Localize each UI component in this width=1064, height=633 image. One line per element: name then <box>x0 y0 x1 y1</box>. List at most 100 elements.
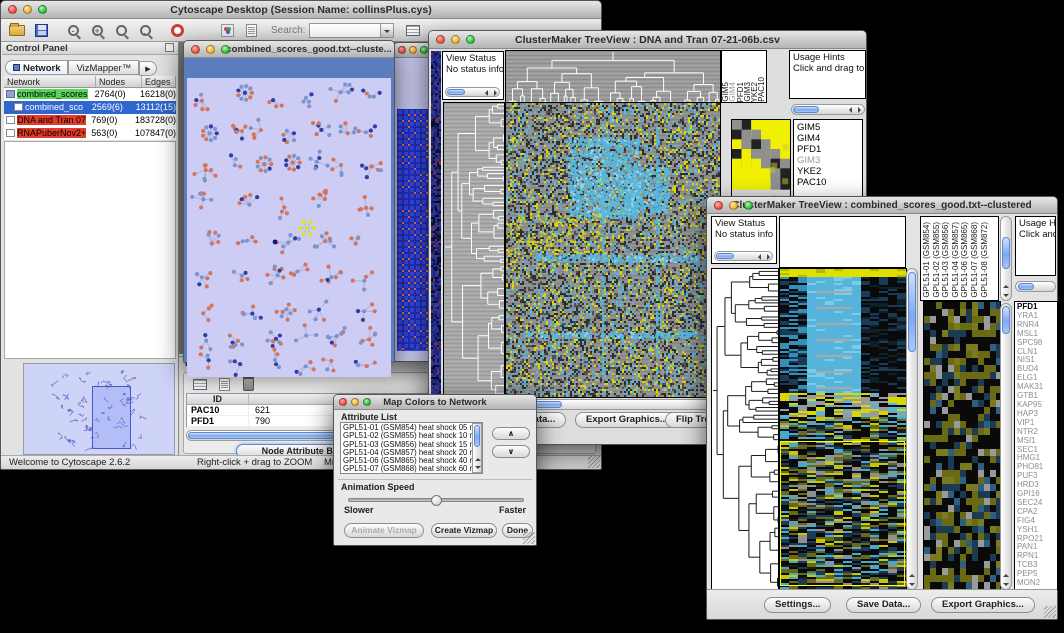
delete-attribute-button[interactable] <box>237 374 259 394</box>
scroll-down-icon[interactable] <box>1003 583 1009 586</box>
window-controls[interactable] <box>339 398 371 406</box>
close-icon[interactable] <box>436 35 445 44</box>
tab-overflow[interactable]: ▶ <box>139 61 156 76</box>
zoom-window-icon[interactable] <box>466 35 475 44</box>
open-file-button[interactable] <box>6 20 28 40</box>
tab-network[interactable]: Network <box>5 60 68 75</box>
labels-vscrollbar[interactable] <box>1000 216 1012 301</box>
row-dendrogram-canvas[interactable] <box>711 268 779 590</box>
export-graphics-button[interactable]: Export Graphics... <box>575 412 679 428</box>
new-attribute-button[interactable] <box>213 374 235 394</box>
scroll-down-icon[interactable] <box>909 583 915 586</box>
close-icon[interactable] <box>398 46 406 54</box>
scrollbar-thumb[interactable] <box>1002 306 1010 334</box>
close-icon[interactable] <box>191 45 200 54</box>
zoom-fit-button[interactable]: . <box>134 20 156 40</box>
export-graphics-button[interactable]: Export Graphics... <box>931 597 1035 613</box>
scrollbar-thumb[interactable] <box>1002 237 1010 269</box>
network-table-row[interactable]: DNA and Tran 07769(0)183728(0) <box>4 114 176 127</box>
network-overview-panel[interactable] <box>23 363 175 455</box>
scroll-up-icon[interactable] <box>909 574 915 577</box>
zoom-window-icon[interactable] <box>420 46 428 54</box>
network-table-row[interactable]: combined_scores2764(0)16218(0) <box>4 88 176 101</box>
close-icon[interactable] <box>8 5 17 14</box>
dialog-titlebar[interactable]: Map Colors to Network <box>334 395 536 410</box>
settings-button[interactable]: Settings... <box>764 597 831 613</box>
network-table-row[interactable]: combined_sco2569(6)13112(15) <box>4 101 176 114</box>
gene-label[interactable]: MON2 <box>1017 579 1055 588</box>
gene-label[interactable]: PFD1 <box>797 144 859 155</box>
row-dendrogram-canvas[interactable] <box>443 102 505 398</box>
speed-slider-thumb[interactable] <box>431 495 442 506</box>
move-down-button[interactable]: ∨ <box>492 445 530 458</box>
scroll-right-icon[interactable] <box>494 90 497 96</box>
network-overview-canvas[interactable] <box>24 364 174 454</box>
main-titlebar[interactable]: Cytoscape Desktop (Session Name: collins… <box>1 1 601 19</box>
resize-grip[interactable] <box>1044 606 1056 618</box>
network-view-canvas[interactable] <box>187 78 391 377</box>
zoom-selected-button[interactable] <box>110 20 132 40</box>
save-data-button[interactable]: Save Data... <box>846 597 921 613</box>
treeview2-gene-list[interactable]: PFD1YRA1RNR4MSL1SPC98CLN1NIS1BUD4ELG1MAK… <box>1014 301 1058 590</box>
animate-vizmap-button[interactable]: Animate Vizmap <box>344 523 424 538</box>
scroll-up-icon[interactable] <box>1003 574 1009 577</box>
import-table-button[interactable] <box>402 20 424 40</box>
move-up-button[interactable]: ∧ <box>492 427 530 440</box>
treeview2-titlebar[interactable]: ClusterMaker TreeView : combined_scores_… <box>707 197 1057 214</box>
help-button[interactable] <box>166 20 188 40</box>
scroll-left-icon[interactable] <box>485 90 488 96</box>
scroll-down-icon[interactable] <box>475 466 481 469</box>
network-tree-area[interactable] <box>4 141 176 359</box>
minimize-icon[interactable] <box>351 398 359 406</box>
tab-vizmapper[interactable]: VizMapper™ <box>68 60 139 75</box>
gene-label[interactable]: GIM5 <box>797 122 859 133</box>
column-label[interactable]: PAC10 <box>758 77 765 102</box>
attribute-item[interactable]: GPL51-07 (GSM868) heat shock 60 min <box>343 465 470 473</box>
resize-grip[interactable] <box>523 532 535 544</box>
scroll-left-icon[interactable] <box>758 254 761 260</box>
gene-label[interactable]: YKE2 <box>797 166 859 177</box>
search-input[interactable] <box>309 23 381 38</box>
usage-hints-scrollbar[interactable] <box>791 104 865 115</box>
close-icon[interactable] <box>714 201 723 210</box>
zoom-window-icon[interactable] <box>744 201 753 210</box>
minimize-icon[interactable] <box>206 45 215 54</box>
zoom-window-icon[interactable] <box>363 398 371 406</box>
scroll-right-icon[interactable] <box>858 107 861 113</box>
annotation-button[interactable] <box>240 20 262 40</box>
minimize-icon[interactable] <box>729 201 738 210</box>
heatmap-vscrollbar[interactable] <box>906 268 918 590</box>
window-controls[interactable] <box>8 5 47 14</box>
window-controls[interactable] <box>191 45 230 54</box>
zoom-in-button[interactable]: + <box>86 20 108 40</box>
genes-vscrollbar[interactable] <box>1000 303 1012 590</box>
minimize-icon[interactable] <box>23 5 32 14</box>
main-heatmap-canvas[interactable] <box>779 268 907 590</box>
network-table-header[interactable]: Network Nodes Edges <box>4 76 176 88</box>
resize-grip[interactable] <box>588 456 600 468</box>
network1-titlebar[interactable]: combined_scores_good.txt--cluste... <box>184 41 394 58</box>
scroll-down-icon[interactable] <box>1003 294 1009 297</box>
save-button[interactable] <box>30 20 52 40</box>
global-overview-strip-canvas[interactable] <box>431 51 441 396</box>
view-status-scrollbar[interactable] <box>445 87 500 97</box>
scroll-up-icon[interactable] <box>1003 285 1009 288</box>
scrollbar-thumb[interactable] <box>908 272 916 352</box>
zoom-out-button[interactable]: - <box>62 20 84 40</box>
network-table-row[interactable]: RNAPuberNov2+563(0)107847(0) <box>4 127 176 140</box>
gene-label[interactable]: PAC10 <box>797 177 859 188</box>
gene-label[interactable]: GIM4 <box>797 133 859 144</box>
minimize-icon[interactable] <box>409 46 417 54</box>
attribute-select-button[interactable] <box>189 374 211 394</box>
search-dropdown-button[interactable] <box>381 23 394 38</box>
minimize-icon[interactable] <box>451 35 460 44</box>
column-dendrogram-canvas[interactable] <box>505 50 721 104</box>
view-status-scrollbar[interactable] <box>714 251 773 261</box>
float-panel-icon[interactable] <box>165 43 174 52</box>
treeview1-titlebar[interactable]: ClusterMaker TreeView : DNA and Tran 07-… <box>429 31 866 49</box>
listbox-scrollbar[interactable] <box>472 423 482 473</box>
create-vizmap-button[interactable]: Create Vizmap <box>431 523 497 538</box>
scroll-left-icon[interactable] <box>849 107 852 113</box>
gene-label[interactable]: GIM3 <box>797 155 859 166</box>
zoom-window-icon[interactable] <box>38 5 47 14</box>
